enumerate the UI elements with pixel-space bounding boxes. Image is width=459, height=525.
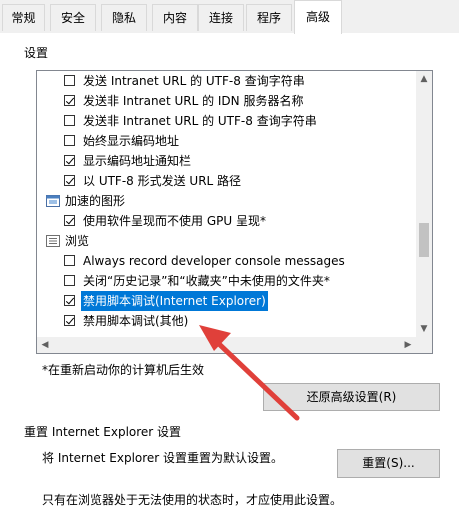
setting-label: 发送非 Intranet URL 的 IDN 服务器名称 bbox=[83, 94, 304, 108]
reset-warning: 只有在浏览器处于无法使用的状态时，才应使用此设置。 bbox=[42, 493, 343, 507]
category-accelerated-graphics: 加速的图形 bbox=[37, 191, 417, 211]
setting-label: 禁用脚本调试(Internet Explorer) bbox=[81, 291, 268, 311]
setting-send-non-intranet-utf8[interactable]: 发送非 Intranet URL 的 UTF-8 查询字符串 bbox=[37, 111, 417, 131]
tab-security[interactable]: 安全 bbox=[50, 4, 96, 31]
checkbox[interactable] bbox=[64, 275, 75, 286]
setting-label: Always record developer console messages bbox=[83, 254, 345, 268]
setting-label: 关闭“历史记录”和“收藏夹”中未使用的文件夹* bbox=[83, 274, 330, 288]
checkbox[interactable] bbox=[64, 215, 75, 226]
checkbox[interactable] bbox=[64, 175, 75, 186]
setting-send-url-utf8[interactable]: 以 UTF-8 形式发送 URL 路径 bbox=[37, 171, 417, 191]
setting-software-rendering[interactable]: 使用软件呈现而不使用 GPU 呈现* bbox=[37, 211, 417, 231]
scroll-thumb[interactable] bbox=[419, 223, 429, 257]
horizontal-scrollbar[interactable]: ◀ ▶ bbox=[37, 337, 432, 353]
reset-description: 将 Internet Explorer 设置重置为默认设置。 bbox=[42, 451, 284, 465]
setting-label: 使用软件呈现而不使用 GPU 呈现* bbox=[83, 214, 266, 228]
accelerated-graphics-icon bbox=[46, 195, 60, 207]
checkbox[interactable] bbox=[64, 95, 75, 106]
restore-advanced-settings-button[interactable]: 还原高级设置(R) bbox=[263, 383, 440, 411]
tab-programs[interactable]: 程序 bbox=[246, 4, 292, 31]
checkbox[interactable] bbox=[64, 255, 75, 266]
setting-label: 显示编码地址通知栏 bbox=[83, 154, 192, 168]
checkbox[interactable] bbox=[64, 295, 75, 306]
scroll-right-icon[interactable]: ▶ bbox=[400, 337, 416, 353]
setting-close-unused-folders[interactable]: 关闭“历史记录”和“收藏夹”中未使用的文件夹* bbox=[37, 271, 417, 291]
setting-always-show-encoded[interactable]: 始终显示编码地址 bbox=[37, 131, 417, 151]
settings-list-rows: 发送 Intranet URL 的 UTF-8 查询字符串 发送非 Intran… bbox=[37, 71, 417, 337]
tab-privacy[interactable]: 隐私 bbox=[101, 4, 147, 31]
setting-disable-script-debugging-ie[interactable]: 禁用脚本调试(Internet Explorer) bbox=[37, 291, 417, 311]
tab-general[interactable]: 常规 bbox=[2, 4, 45, 31]
setting-label: 发送非 Intranet URL 的 UTF-8 查询字符串 bbox=[83, 114, 317, 128]
tab-advanced[interactable]: 高级 bbox=[294, 0, 342, 34]
setting-record-console-messages[interactable]: Always record developer console messages bbox=[37, 251, 417, 271]
scroll-left-icon[interactable]: ◀ bbox=[37, 337, 53, 353]
checkbox[interactable] bbox=[64, 115, 75, 126]
settings-group-label: 设置 bbox=[24, 46, 49, 60]
checkbox[interactable] bbox=[64, 135, 75, 146]
checkbox[interactable] bbox=[64, 315, 75, 326]
tab-connections[interactable]: 连接 bbox=[198, 4, 244, 31]
reset-group-label: 重置 Internet Explorer 设置 bbox=[24, 425, 182, 439]
tab-bar: 常规 安全 隐私 内容 连接 程序 高级 bbox=[0, 0, 459, 34]
setting-label: 发送 Intranet URL 的 UTF-8 查询字符串 bbox=[83, 74, 305, 88]
settings-list[interactable]: 发送 Intranet URL 的 UTF-8 查询字符串 发送非 Intran… bbox=[36, 70, 433, 354]
setting-show-encoded-notification[interactable]: 显示编码地址通知栏 bbox=[37, 151, 417, 171]
setting-disable-script-debugging-other[interactable]: 禁用脚本调试(其他) bbox=[37, 311, 417, 331]
vertical-scrollbar[interactable]: ▲ ▼ bbox=[416, 71, 432, 337]
setting-label: 始终显示编码地址 bbox=[83, 134, 180, 148]
tab-content[interactable]: 内容 bbox=[152, 4, 198, 31]
setting-send-intranet-utf8[interactable]: 发送 Intranet URL 的 UTF-8 查询字符串 bbox=[37, 71, 417, 91]
setting-label: 禁用脚本调试(其他) bbox=[83, 314, 189, 328]
category-browsing: 浏览 bbox=[37, 231, 417, 251]
reset-button[interactable]: 重置(S)... bbox=[337, 449, 440, 478]
browsing-icon bbox=[46, 235, 60, 247]
scroll-down-icon[interactable]: ▼ bbox=[416, 321, 432, 337]
category-label: 浏览 bbox=[65, 234, 90, 248]
setting-send-idn-names[interactable]: 发送非 Intranet URL 的 IDN 服务器名称 bbox=[37, 91, 417, 111]
restart-note: *在重新启动你的计算机后生效 bbox=[42, 363, 205, 377]
checkbox[interactable] bbox=[64, 155, 75, 166]
setting-label: 以 UTF-8 形式发送 URL 路径 bbox=[83, 174, 242, 188]
checkbox[interactable] bbox=[64, 75, 75, 86]
scroll-up-icon[interactable]: ▲ bbox=[416, 71, 432, 87]
category-label: 加速的图形 bbox=[65, 194, 126, 208]
